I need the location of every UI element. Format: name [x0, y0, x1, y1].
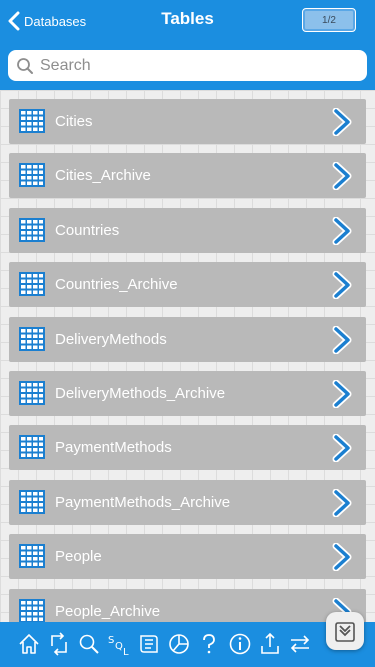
chevron-right-icon[interactable] — [331, 162, 355, 191]
table-icon — [19, 326, 45, 351]
help-icon[interactable] — [197, 632, 221, 656]
table-icon — [19, 217, 45, 242]
table-row[interactable]: People_Archive — [9, 588, 366, 622]
chevron-right-icon[interactable] — [331, 325, 355, 354]
scroll-icon[interactable] — [137, 632, 161, 656]
table-name: Cities_Archive — [55, 167, 151, 185]
home-icon[interactable] — [17, 632, 41, 656]
export-icon[interactable] — [258, 632, 282, 656]
chevron-right-icon[interactable] — [331, 108, 355, 136]
bottom-toolbar: SQL — [0, 622, 375, 667]
table-name: Countries_Archive — [55, 276, 178, 294]
svg-text:S: S — [108, 635, 114, 646]
table-row[interactable]: Cities — [9, 99, 366, 144]
svg-text:L: L — [123, 647, 129, 656]
refresh-icon[interactable] — [47, 632, 71, 656]
sql-icon[interactable]: SQL — [107, 632, 131, 656]
search-bar[interactable] — [8, 50, 367, 81]
navigation-bar: Databases Tables 1/2 — [0, 0, 375, 90]
table-name: PaymentMethods — [55, 439, 172, 457]
table-icon — [19, 272, 45, 297]
search-icon[interactable] — [77, 632, 101, 656]
chevron-right-icon[interactable] — [331, 543, 355, 572]
download-icon — [335, 622, 355, 642]
table-name: DeliveryMethods_Archive — [55, 385, 226, 402]
download-button[interactable] — [326, 612, 364, 650]
info-icon[interactable] — [228, 632, 252, 656]
search-input[interactable] — [40, 52, 340, 79]
swap-icon[interactable] — [288, 632, 312, 656]
chevron-right-icon[interactable] — [331, 488, 355, 517]
table-icon — [19, 435, 45, 460]
table-row[interactable]: PaymentMethods — [9, 425, 366, 471]
table-icon — [19, 163, 45, 188]
chevron-right-icon[interactable] — [331, 216, 355, 245]
table-row[interactable]: Countries — [9, 207, 366, 253]
table-list[interactable]: Cities Cities_Archive Countries Countrie… — [0, 90, 375, 622]
table-row[interactable]: PaymentMethods_Archive — [9, 479, 366, 525]
back-label: Databases — [24, 13, 87, 29]
table-icon — [19, 109, 45, 133]
table-row[interactable]: People — [9, 534, 366, 580]
chevron-right-icon[interactable] — [331, 271, 355, 300]
chevron-right-icon[interactable] — [331, 434, 355, 463]
chevron-left-icon — [8, 11, 20, 31]
search-icon — [17, 57, 33, 74]
table-row[interactable]: DeliveryMethods_Archive — [9, 371, 366, 416]
table-name: People — [55, 548, 102, 566]
svg-text:Q: Q — [115, 641, 123, 652]
chevron-right-icon[interactable] — [331, 380, 355, 408]
table-name: Cities — [55, 113, 93, 130]
table-icon — [19, 598, 45, 622]
table-icon — [19, 489, 45, 514]
table-row[interactable]: Countries_Archive — [9, 262, 366, 308]
table-name: People_Archive — [55, 602, 161, 620]
chart-icon[interactable] — [167, 632, 191, 656]
page-indicator-button[interactable]: 1/2 — [302, 8, 356, 32]
table-icon — [19, 544, 45, 569]
table-row[interactable]: DeliveryMethods — [9, 316, 366, 362]
back-button[interactable]: Databases — [8, 8, 86, 34]
table-icon — [19, 381, 45, 405]
table-row[interactable]: Cities_Archive — [9, 153, 366, 199]
table-name: PaymentMethods_Archive — [55, 493, 231, 511]
table-name: DeliveryMethods — [55, 330, 167, 348]
table-name: Countries — [55, 221, 120, 239]
